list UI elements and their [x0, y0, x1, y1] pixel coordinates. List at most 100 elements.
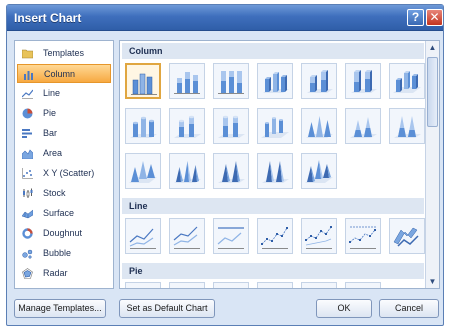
3d-column-icon	[393, 71, 421, 93]
category-column[interactable]: Column	[17, 64, 111, 83]
percent-stacked-pyramid-icon	[262, 161, 289, 183]
help-button[interactable]: ?	[407, 9, 424, 26]
chart-thumb-stacked-cylinder[interactable]	[169, 108, 205, 144]
chart-thumb-pie[interactable]	[125, 282, 161, 289]
chart-thumb-exploded-pie[interactable]	[257, 282, 293, 289]
chart-thumb-3d-cylinder[interactable]	[257, 108, 293, 144]
line-with-markers-icon	[261, 227, 288, 249]
chart-thumb-clustered-cone[interactable]	[301, 108, 337, 144]
chart-thumb-bar-of-pie[interactable]	[345, 282, 381, 289]
chart-thumb-stacked-line[interactable]	[169, 218, 205, 254]
3d-pie-icon	[171, 284, 203, 289]
close-button[interactable]: ✕	[426, 9, 443, 26]
chart-thumb-clustered-pyramid[interactable]	[169, 153, 205, 189]
pie-icon	[127, 284, 159, 289]
category-radar[interactable]: Radar	[17, 264, 111, 283]
category-pie[interactable]: Pie	[17, 104, 111, 123]
chart-thumb-3d-stacked-column[interactable]	[301, 63, 337, 99]
category-area[interactable]: Area	[17, 144, 111, 163]
area-chart-icon	[22, 149, 33, 159]
line-icon	[129, 228, 156, 249]
category-label: Area	[43, 148, 63, 158]
chart-thumb-3d-pie[interactable]	[169, 282, 205, 289]
insert-chart-dialog: Insert Chart ? ✕ Templates Column Line P…	[6, 4, 444, 326]
bar-chart-icon	[22, 129, 32, 138]
category-bubble[interactable]: Bubble	[17, 244, 111, 263]
section-title: Pie	[129, 266, 143, 276]
clustered-pyramid-icon	[174, 161, 201, 183]
chart-thumb-3d-cone[interactable]	[125, 153, 161, 189]
pie-of-pie-icon	[215, 284, 247, 289]
chart-thumb-stacked-line-with-markers[interactable]	[301, 218, 337, 254]
title-bar: Insert Chart ? ✕	[7, 5, 443, 31]
percent-stacked-line-icon	[217, 227, 244, 249]
chart-thumb-3d-clustered-column[interactable]	[257, 63, 293, 99]
help-icon: ?	[411, 10, 420, 24]
category-line[interactable]: Line	[17, 84, 111, 103]
category-label: Templates	[43, 48, 85, 58]
3d-stacked-column-icon	[307, 70, 333, 93]
manage-templates-button[interactable]: Manage Templates...	[14, 299, 106, 318]
chart-thumb-3d-pyramid[interactable]	[301, 153, 337, 189]
bar-of-pie-icon	[347, 284, 379, 289]
3d-cylinder-icon	[261, 117, 289, 138]
percent-stacked-column-icon	[218, 71, 244, 94]
3d-pyramid-icon	[305, 160, 333, 183]
chart-thumb-100-stacked-cylinder[interactable]	[213, 108, 249, 144]
radar-chart-icon	[22, 268, 33, 279]
section-header-pie: Pie	[122, 263, 424, 279]
scroll-thumb[interactable]	[427, 57, 438, 127]
chart-thumb-clustered-cylinder[interactable]	[125, 108, 161, 144]
chart-thumb-3d-column[interactable]	[389, 63, 425, 99]
category-stock[interactable]: Stock	[17, 184, 111, 203]
chart-thumb-clustered-column[interactable]	[125, 63, 161, 99]
stacked-column-icon	[174, 72, 200, 94]
chart-thumb-line[interactable]	[125, 218, 161, 254]
section-header-line: Line	[122, 198, 424, 214]
category-label: Column	[44, 69, 76, 79]
3d-cone-icon	[129, 161, 157, 183]
category-bar[interactable]: Bar	[17, 124, 111, 143]
scroll-down-arrow-icon[interactable]: ▼	[426, 275, 439, 288]
chart-thumb-100-stacked-column[interactable]	[213, 63, 249, 99]
chart-thumb-3d-100-stacked-column[interactable]	[345, 63, 381, 99]
chart-thumb-line-with-markers[interactable]	[257, 218, 293, 254]
dialog-title: Insert Chart	[14, 11, 82, 25]
line-chart-icon	[22, 89, 33, 99]
category-label: Stock	[43, 188, 66, 198]
chart-type-gallery: Column Line Pie ▲ ▼	[119, 40, 440, 289]
exploded-pie-icon	[259, 284, 291, 289]
chart-thumb-pie-of-pie[interactable]	[213, 282, 249, 289]
percent-stacked-cone-icon	[394, 116, 421, 138]
cancel-button[interactable]: Cancel	[379, 299, 439, 318]
surface-chart-icon	[22, 209, 33, 219]
category-label: Line	[43, 88, 61, 98]
pie-chart-icon	[22, 108, 33, 119]
chart-thumb-stacked-pyramid[interactable]	[213, 153, 249, 189]
gallery-scrollbar[interactable]: ▲ ▼	[425, 41, 439, 288]
chart-thumb-100-stacked-line-with-markers[interactable]	[345, 218, 381, 254]
category-templates[interactable]: Templates	[17, 44, 111, 63]
3d-percent-stacked-column-icon	[351, 70, 377, 93]
category-doughnut[interactable]: Doughnut	[17, 224, 111, 243]
chart-thumb-3d-exploded-pie[interactable]	[301, 282, 337, 288]
category-surface[interactable]: Surface	[17, 204, 111, 223]
percent-stacked-line-with-markers-icon	[349, 226, 376, 249]
percent-stacked-cylinder-icon	[218, 115, 245, 138]
chart-thumb-100-stacked-pyramid[interactable]	[257, 153, 293, 189]
clustered-cone-icon	[306, 116, 333, 138]
section-title: Line	[129, 201, 148, 211]
set-default-chart-button[interactable]: Set as Default Chart	[119, 299, 215, 318]
scatter-chart-icon	[22, 168, 33, 179]
chart-thumb-100-stacked-cone[interactable]	[389, 108, 425, 144]
scroll-up-arrow-icon[interactable]: ▲	[426, 41, 439, 54]
chart-thumb-stacked-column[interactable]	[169, 63, 205, 99]
3d-line-icon	[393, 227, 419, 247]
ok-button[interactable]: OK	[316, 299, 372, 318]
chart-thumb-3d-line[interactable]	[389, 218, 425, 254]
chart-thumb-100-stacked-line[interactable]	[213, 218, 249, 254]
bubble-chart-icon	[22, 249, 33, 259]
chart-thumb-stacked-cone[interactable]	[345, 108, 381, 144]
category-label: Doughnut	[43, 228, 83, 238]
category-xy-scatter[interactable]: X Y (Scatter)	[17, 164, 111, 183]
